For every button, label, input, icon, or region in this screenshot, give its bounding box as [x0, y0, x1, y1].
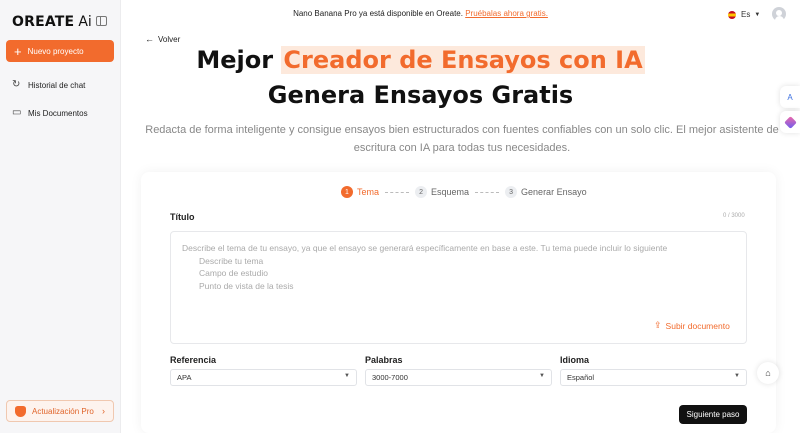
- language-selector[interactable]: Es ▼: [728, 10, 760, 19]
- chevron-down-icon: ▼: [344, 373, 350, 379]
- step-topic[interactable]: 1 Tema: [341, 186, 379, 198]
- upgrade-pro-button[interactable]: Actualización Pro ›: [6, 400, 114, 422]
- spain-flag-icon: [728, 10, 736, 19]
- chevron-down-icon: ▼: [539, 373, 545, 379]
- banner-link[interactable]: Pruébalas ahora gratis.: [465, 9, 548, 18]
- sidebar-item-label: Mis Documentos: [28, 108, 88, 118]
- upload-label: Subir documento: [665, 320, 730, 331]
- translate-icon[interactable]: A: [780, 86, 800, 108]
- stepper: 1 Tema 2 Esquema 3 Generar Ensayo: [341, 186, 587, 198]
- step-number: 1: [341, 186, 353, 198]
- essay-form-card: 1 Tema 2 Esquema 3 Generar Ensayo Título…: [141, 172, 776, 433]
- page-subtitle-heading: Genera Ensayos Gratis: [267, 81, 574, 109]
- new-project-button[interactable]: + Nuevo proyecto: [6, 40, 114, 62]
- folder-icon: ▭: [12, 107, 22, 118]
- words-label: Palabras: [365, 355, 403, 365]
- plus-icon: +: [14, 43, 22, 59]
- hint-item: Punto de vista de la tesis: [199, 280, 294, 291]
- arrow-left-icon: ←: [145, 34, 154, 44]
- hint-item: Describe tu tema: [199, 255, 264, 266]
- back-label: Volver: [158, 34, 181, 44]
- title-highlight: Creador de Ensayos con IA: [281, 46, 645, 74]
- language-code: Es: [741, 10, 751, 19]
- language-select[interactable]: Español ▼: [560, 369, 747, 386]
- step-number: 2: [415, 186, 428, 198]
- words-select[interactable]: 3000-7000 ▼: [365, 369, 552, 386]
- support-icon[interactable]: ⌂: [757, 362, 779, 384]
- reference-value: APA: [177, 373, 192, 382]
- step-divider: [475, 191, 500, 193]
- chevron-down-icon: ▼: [734, 373, 740, 379]
- placeholder-text: Describe el tema de tu ensayo, ya que el…: [182, 243, 668, 253]
- step-label: Tema: [357, 187, 380, 197]
- step-number: 3: [505, 186, 518, 198]
- upgrade-label: Actualización Pro: [32, 406, 94, 416]
- upload-document-button[interactable]: ⇪ Subir documento: [654, 320, 730, 331]
- hint-item: Campo de estudio: [199, 268, 268, 278]
- announcement-banner: Nano Banana Pro ya está disponible en Or…: [121, 9, 720, 18]
- chevron-right-icon: ›: [102, 406, 105, 416]
- title-label: Título: [170, 212, 195, 222]
- chevron-down-icon: ▼: [754, 11, 761, 18]
- step-label: Generar Ensayo: [521, 187, 587, 197]
- upload-icon: ⇪: [654, 320, 662, 330]
- step-generate[interactable]: 3 Generar Ensayo: [505, 186, 587, 198]
- language-value: Español: [567, 373, 595, 382]
- step-outline[interactable]: 2 Esquema: [415, 186, 469, 198]
- char-counter: 0 / 3000: [723, 213, 745, 219]
- next-step-button[interactable]: Siguiente paso: [679, 405, 747, 424]
- sidebar-toggle-icon[interactable]: [96, 16, 107, 26]
- banner-text: Nano Banana Pro ya está disponible en Or…: [293, 9, 463, 18]
- logo-suffix: Ai: [78, 14, 92, 30]
- history-icon: ↻: [12, 79, 21, 90]
- app-cube-icon[interactable]: [780, 111, 800, 133]
- reference-label: Referencia: [170, 355, 217, 365]
- title-prefix: Mejor: [196, 46, 274, 74]
- sidebar-item-history[interactable]: ↻ Historial de chat: [12, 80, 85, 90]
- language-label: Idioma: [560, 355, 590, 365]
- page-title: Mejor Creador de Ensayos con IA: [121, 46, 720, 74]
- hero-description: Redacta de forma inteligente y consigue …: [145, 124, 779, 154]
- words-value: 3000-7000: [372, 373, 408, 382]
- sidebar: OREATE Ai + Nuevo proyecto ↻ Historial d…: [0, 0, 121, 433]
- new-project-label: Nuevo proyecto: [27, 46, 84, 56]
- logo[interactable]: OREATE Ai: [12, 14, 92, 30]
- sidebar-item-label: Historial de chat: [28, 80, 86, 90]
- shield-icon: [15, 405, 26, 417]
- step-label: Esquema: [431, 187, 470, 197]
- avatar[interactable]: [772, 7, 786, 21]
- back-link[interactable]: ← Volver: [145, 34, 180, 44]
- sidebar-item-documents[interactable]: ▭ Mis Documentos: [12, 108, 88, 118]
- reference-select[interactable]: APA ▼: [170, 369, 357, 386]
- logo-name: OREATE: [12, 14, 75, 30]
- cube-shape: [783, 115, 797, 129]
- step-divider: [385, 191, 410, 193]
